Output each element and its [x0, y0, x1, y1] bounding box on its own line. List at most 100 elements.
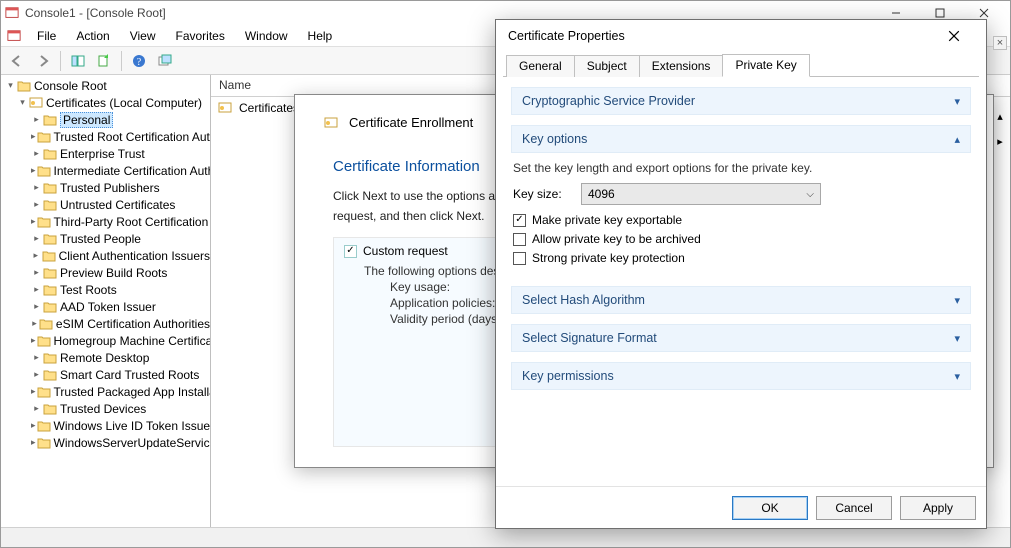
expand-icon[interactable]: ▸ [31, 182, 42, 193]
tree-certs-label: Certificates (Local Computer) [46, 96, 202, 110]
new-window-button[interactable] [153, 50, 177, 72]
menu-action[interactable]: Action [66, 27, 119, 45]
tree-pane[interactable]: ▾ Console Root ▾ Certificates (Local Com… [1, 75, 211, 527]
tree-node[interactable]: ▸Untrusted Certificates [5, 196, 210, 213]
tree-node[interactable]: ▸ Homegroup Machine Certificates [5, 332, 210, 349]
certificate-properties-dialog: Certificate Properties General Subject E… [495, 19, 987, 529]
menu-window[interactable]: Window [235, 27, 298, 45]
chk-exportable-row[interactable]: Make private key exportable [513, 213, 969, 227]
tree-node[interactable]: ▸ Smart Card Trusted Roots [5, 366, 210, 383]
tree-node[interactable]: ▸Trusted Devices [5, 400, 210, 417]
expand-icon[interactable]: ▸ [31, 199, 42, 210]
expand-icon[interactable]: ▸ [31, 233, 42, 244]
expand-icon[interactable]: ▸ [31, 301, 42, 312]
nav-forward-button[interactable] [31, 50, 55, 72]
chk-strong-label: Strong private key protection [532, 251, 685, 265]
key-size-select[interactable]: 4096 ⌵ [581, 183, 821, 205]
tree-node[interactable]: ▸ Windows Live ID Token Issuer [5, 417, 210, 434]
expand-icon[interactable]: ▸ [31, 250, 41, 261]
export-list-button[interactable] [92, 50, 116, 72]
section-key-options-label: Key options [522, 132, 587, 146]
tree-root[interactable]: ▾ Console Root [5, 77, 210, 94]
tree-node-label: eSIM Certification Authorities [56, 317, 210, 331]
tree-node-personal[interactable]: ▸ Personal [5, 111, 210, 128]
tree-root-label: Console Root [34, 79, 107, 93]
scroll-up-icon[interactable]: ▴ [997, 110, 1003, 123]
folder-icon [43, 148, 57, 160]
tab-private-key[interactable]: Private Key [722, 54, 809, 77]
tab-general[interactable]: General [506, 55, 575, 77]
tree-node[interactable]: ▸Third-Party Root Certification Authorit… [5, 213, 210, 230]
tree-node-label: Smart Card Trusted Roots [60, 368, 199, 382]
tree-node[interactable]: ▸Enterprise Trust [5, 145, 210, 162]
folder-icon [43, 114, 57, 126]
section-sig[interactable]: Select Signature Format ▾ [511, 324, 971, 352]
menu-file[interactable]: File [27, 27, 66, 45]
tree-node[interactable]: ▸Trusted Root Certification Authorities [5, 128, 210, 145]
expand-icon[interactable]: ▸ [31, 114, 42, 125]
section-csp[interactable]: Cryptographic Service Provider ▾ [511, 87, 971, 115]
expand-icon[interactable]: ▸ [31, 437, 36, 448]
chk-archive[interactable] [513, 233, 526, 246]
section-hash[interactable]: Select Hash Algorithm ▾ [511, 286, 971, 314]
apply-button[interactable]: Apply [900, 496, 976, 520]
menu-favorites[interactable]: Favorites [166, 27, 235, 45]
tree-node-label: Trusted Packaged App Installation Author… [54, 385, 211, 399]
expand-icon[interactable]: ▸ [31, 131, 36, 142]
tree-node[interactable]: ▸Remote Desktop [5, 349, 210, 366]
tree-node[interactable]: ▸WindowsServerUpdateServices [5, 434, 210, 451]
mdi-close-icon[interactable]: × [993, 36, 1007, 50]
tree-node[interactable]: ▸ eSIM Certification Authorities [5, 315, 210, 332]
section-csp-label: Cryptographic Service Provider [522, 94, 695, 108]
chk-exportable[interactable] [513, 214, 526, 227]
nav-back-button[interactable] [5, 50, 29, 72]
tree-node-label: Client Authentication Issuers [59, 249, 210, 263]
tree-node-label: Trusted Publishers [60, 181, 160, 195]
expand-icon[interactable]: ▸ [31, 148, 42, 159]
scroll-right-icon[interactable]: ▸ [997, 135, 1003, 148]
ok-button[interactable]: OK [732, 496, 808, 520]
tab-subject[interactable]: Subject [574, 55, 640, 77]
svg-text:?: ? [137, 57, 142, 68]
tree-node-label: Windows Live ID Token Issuer [54, 419, 211, 433]
section-key-options[interactable]: Key options ▴ [511, 125, 971, 153]
expand-icon[interactable]: ▸ [31, 420, 36, 431]
tree-node[interactable]: ▸ Trusted Publishers [5, 179, 210, 196]
tree-node[interactable]: ▸ Client Authentication Issuers [5, 247, 210, 264]
expand-icon[interactable]: ▸ [31, 318, 38, 329]
expand-icon[interactable]: ▸ [31, 386, 36, 397]
tree-node-label: Homegroup Machine Certificates [54, 334, 211, 348]
expand-icon[interactable]: ▸ [31, 403, 42, 414]
expand-icon[interactable]: ▸ [31, 216, 36, 227]
chk-archive-row[interactable]: Allow private key to be archived [513, 232, 969, 246]
tree-node[interactable]: ▸Test Roots [5, 281, 210, 298]
close-icon[interactable] [948, 30, 978, 42]
tree-node[interactable]: ▸Intermediate Certification Authorities [5, 162, 210, 179]
expand-icon[interactable]: ▸ [31, 284, 42, 295]
expand-icon[interactable]: ▸ [31, 267, 42, 278]
expand-icon[interactable]: ▸ [31, 165, 36, 176]
section-perm[interactable]: Key permissions ▾ [511, 362, 971, 390]
menu-help[interactable]: Help [298, 27, 343, 45]
custom-request-checkbox[interactable] [344, 245, 357, 258]
tree-node[interactable]: ▸Preview Build Roots [5, 264, 210, 281]
tree-node[interactable]: ▸Trusted People [5, 230, 210, 247]
expand-icon[interactable]: ▸ [31, 352, 42, 363]
help-button[interactable]: ? [127, 50, 151, 72]
chevron-down-icon: ▾ [954, 95, 960, 108]
tree-certs[interactable]: ▾ Certificates (Local Computer) [5, 94, 210, 111]
menu-view[interactable]: View [120, 27, 166, 45]
expand-icon[interactable]: ▸ [31, 335, 36, 346]
expand-icon[interactable]: ▸ [31, 369, 42, 380]
tree-node[interactable]: ▸AAD Token Issuer [5, 298, 210, 315]
chk-strong[interactable] [513, 252, 526, 265]
tree-node[interactable]: ▸ Trusted Packaged App Installation Autho… [5, 383, 210, 400]
show-hide-tree-button[interactable] [66, 50, 90, 72]
chk-strong-row[interactable]: Strong private key protection [513, 251, 969, 265]
custom-request-label: Custom request [363, 244, 448, 258]
cancel-button[interactable]: Cancel [816, 496, 892, 520]
collapse-icon[interactable]: ▾ [5, 80, 16, 91]
key-size-row: Key size: 4096 ⌵ [513, 183, 969, 205]
tab-extensions[interactable]: Extensions [639, 55, 724, 77]
collapse-icon[interactable]: ▾ [17, 97, 28, 108]
